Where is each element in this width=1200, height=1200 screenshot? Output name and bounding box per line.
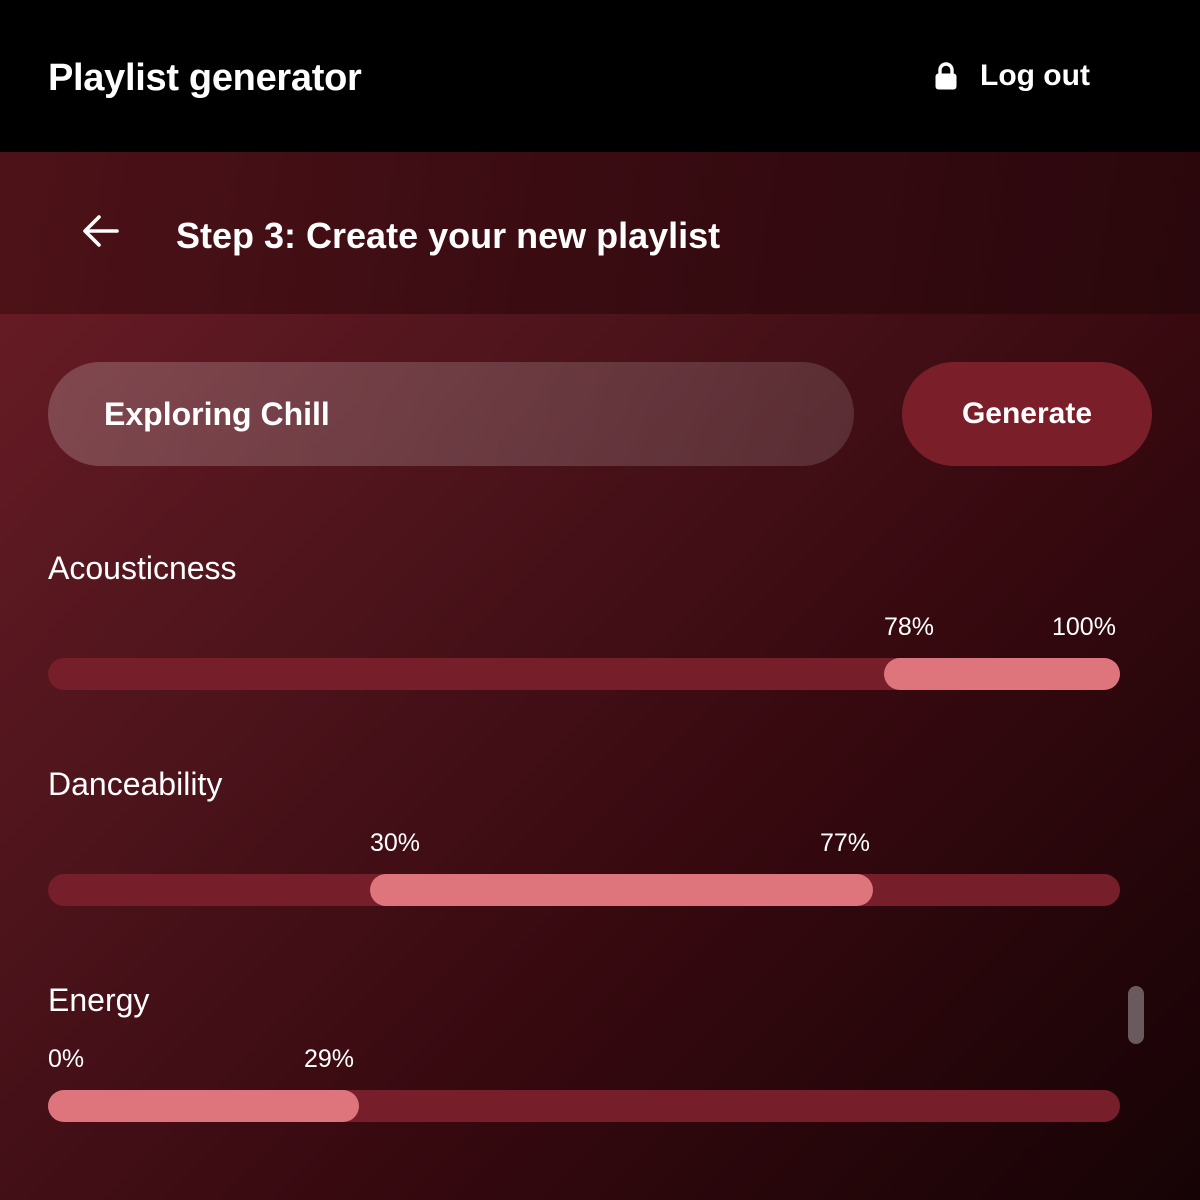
page: Playlist generator Log out Step 3: Creat… — [0, 0, 1200, 1200]
slider-danceability: Danceability 30% 77% — [48, 764, 1120, 924]
slider-track[interactable] — [48, 658, 1120, 690]
main-content: Generate Acousticness 78% 100% Danceabil… — [0, 314, 1200, 1200]
range-min-label: 0% — [48, 1045, 85, 1073]
range-min-label: 30% — [370, 829, 421, 857]
scrollbar-thumb[interactable] — [1128, 986, 1144, 1044]
arrow-left-icon — [81, 214, 121, 253]
step-header: Step 3: Create your new playlist — [0, 152, 1200, 314]
range-max-label: 29% — [304, 1045, 355, 1073]
range-min-label: 78% — [884, 613, 935, 641]
logout-label: Log out — [980, 59, 1090, 92]
range-fill[interactable] — [48, 1090, 359, 1122]
slider-track[interactable] — [48, 874, 1120, 906]
logout-button[interactable]: Log out — [934, 56, 1090, 96]
slider-label: Energy — [48, 982, 150, 1018]
top-bar: Playlist generator Log out — [0, 0, 1200, 152]
slider-track[interactable] — [48, 1090, 1120, 1122]
slider-label: Danceability — [48, 766, 223, 802]
generate-button[interactable]: Generate — [902, 362, 1152, 466]
range-max-label: 77% — [820, 829, 871, 857]
lock-icon — [934, 58, 962, 94]
slider-label: Acousticness — [48, 550, 237, 586]
slider-acousticness: Acousticness 78% 100% — [48, 548, 1120, 708]
step-title: Step 3: Create your new playlist — [176, 215, 721, 256]
range-fill[interactable] — [370, 874, 873, 906]
app-title: Playlist generator — [48, 57, 362, 99]
back-button[interactable] — [76, 210, 126, 256]
playlist-name-input[interactable] — [48, 362, 854, 466]
slider-energy: Energy 0% 29% — [48, 980, 1120, 1140]
range-fill[interactable] — [884, 658, 1120, 690]
range-max-label: 100% — [1052, 613, 1116, 641]
